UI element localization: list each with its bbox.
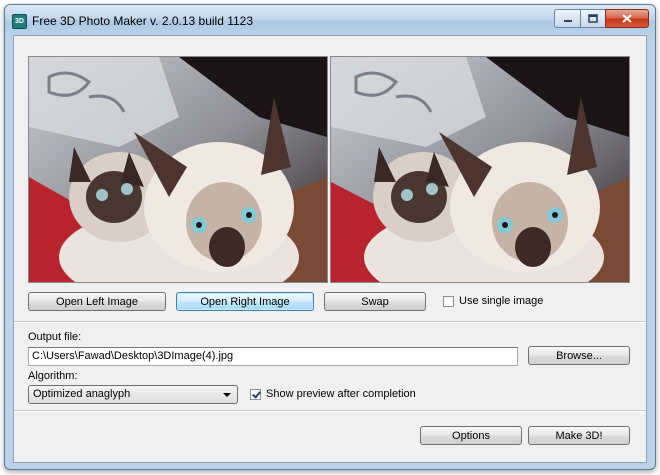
chevron-down-icon xyxy=(223,393,231,397)
options-button[interactable]: Options xyxy=(420,426,522,445)
divider xyxy=(14,321,646,323)
use-single-image-label: Use single image xyxy=(459,295,544,307)
right-image-preview xyxy=(330,56,630,283)
minimize-icon xyxy=(563,19,572,22)
open-right-image-button[interactable]: Open Right Image xyxy=(176,292,314,311)
right-photo xyxy=(331,57,629,282)
app-icon[interactable]: 3D xyxy=(12,14,27,29)
left-photo xyxy=(29,57,327,282)
open-left-image-button[interactable]: Open Left Image xyxy=(28,292,166,311)
show-preview-label: Show preview after completion xyxy=(266,388,416,400)
close-icon xyxy=(622,14,632,23)
algorithm-select[interactable]: Optimized anaglyph xyxy=(28,385,238,404)
close-button[interactable] xyxy=(605,9,649,28)
algorithm-label: Algorithm: xyxy=(28,370,78,382)
maximize-button[interactable] xyxy=(580,9,605,28)
output-file-input[interactable]: C:\Users\Fawad\Desktop\3DImage(4).jpg xyxy=(28,347,518,366)
divider xyxy=(14,410,646,412)
make-3d-button[interactable]: Make 3D! xyxy=(528,426,630,445)
maximize-icon xyxy=(588,14,598,23)
caption-buttons xyxy=(554,9,649,28)
output-file-label: Output file: xyxy=(28,331,82,343)
client-area: Open Left Image Open Right Image Swap Us… xyxy=(13,35,647,463)
left-image-preview xyxy=(28,56,328,283)
swap-button[interactable]: Swap xyxy=(324,292,426,311)
minimize-button[interactable] xyxy=(554,9,580,28)
window-title: Free 3D Photo Maker v. 2.0.13 build 1123 xyxy=(32,14,254,28)
app-window: 3D Free 3D Photo Maker v. 2.0.13 build 1… xyxy=(4,4,656,470)
use-single-image-checkbox[interactable] xyxy=(443,296,454,307)
show-preview-checkbox[interactable] xyxy=(250,389,261,400)
browse-button[interactable]: Browse... xyxy=(528,346,630,365)
title-bar[interactable]: 3D Free 3D Photo Maker v. 2.0.13 build 1… xyxy=(5,5,655,35)
algorithm-selected-value: Optimized anaglyph xyxy=(33,388,131,400)
